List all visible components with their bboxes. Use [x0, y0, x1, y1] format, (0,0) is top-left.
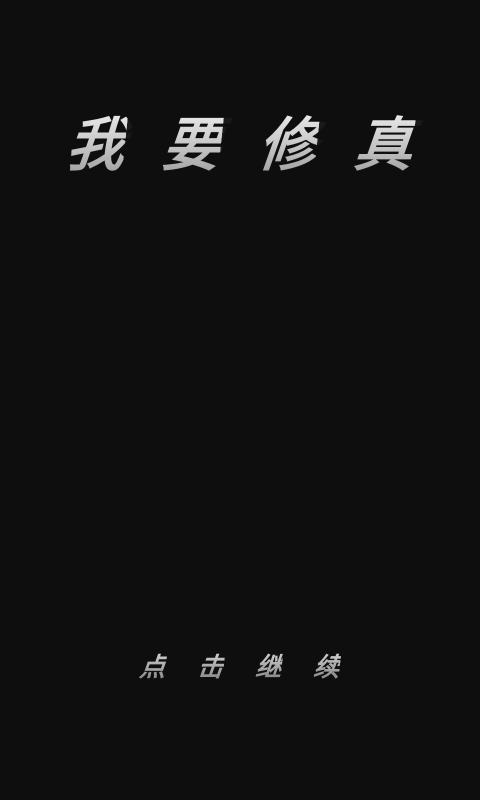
- continue-char-4: 续: [312, 647, 342, 684]
- continue-char-1: 点: [138, 647, 168, 684]
- title-char-3: 修: [255, 105, 321, 185]
- splash-screen[interactable]: 我 要 修 真 点 击 继 续: [0, 0, 480, 800]
- tap-to-continue-button[interactable]: 点 击 继 续: [115, 640, 365, 690]
- game-title: 我 要 修 真: [0, 105, 480, 185]
- continue-char-2: 击: [196, 647, 226, 684]
- title-char-1: 我: [63, 105, 129, 185]
- continue-char-3: 继: [254, 647, 284, 684]
- title-char-2: 要: [159, 105, 225, 185]
- title-char-4: 真: [351, 105, 417, 185]
